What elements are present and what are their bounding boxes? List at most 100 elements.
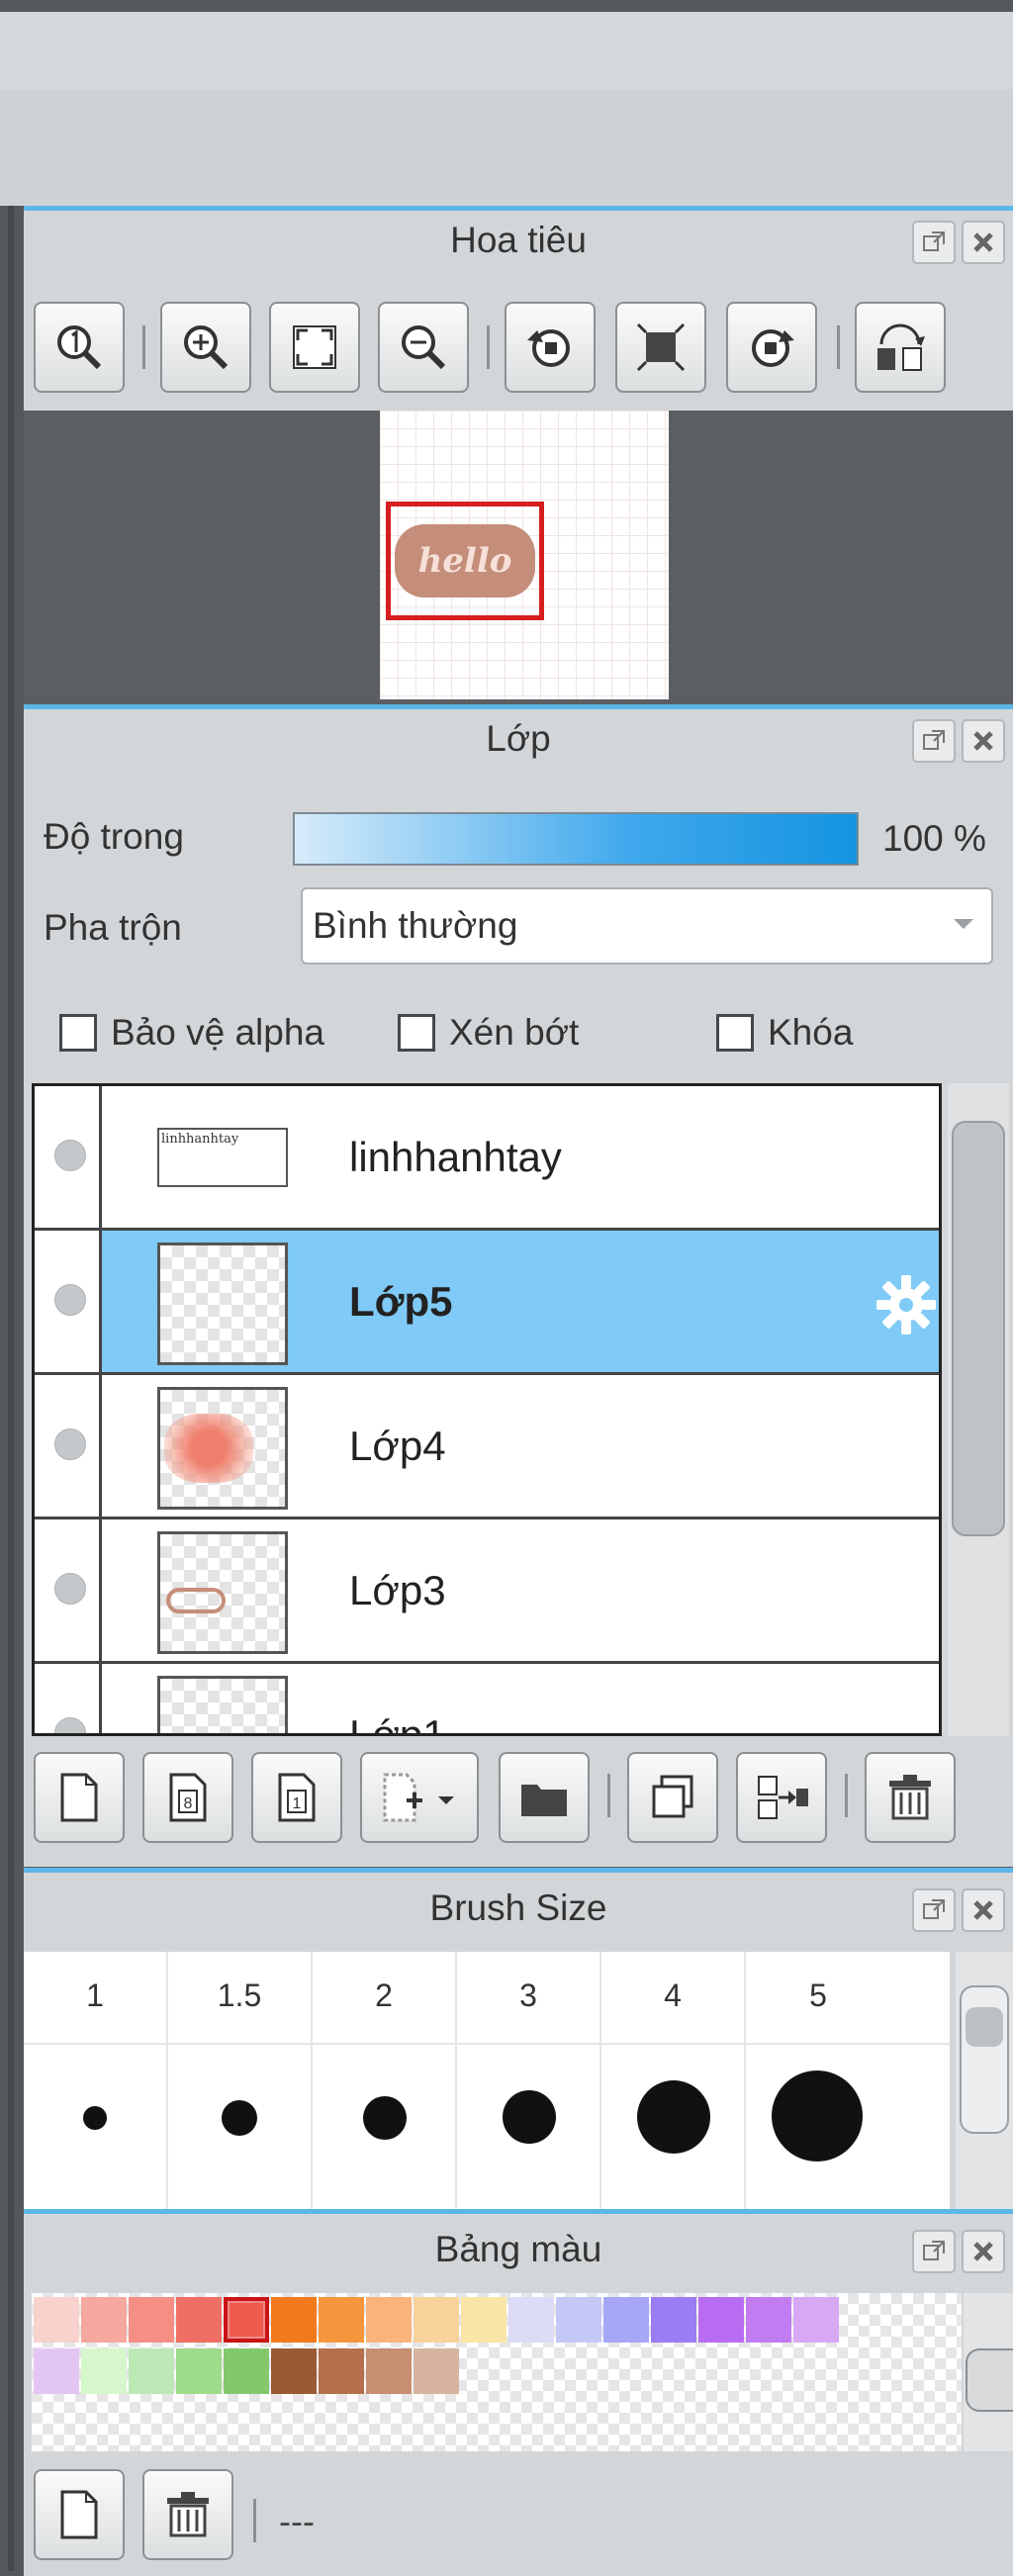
visibility-toggle[interactable] xyxy=(35,1086,102,1228)
fit-screen-icon xyxy=(293,325,336,369)
layer-row-selected[interactable]: Lớp5 xyxy=(35,1231,939,1375)
fit-screen-button[interactable] xyxy=(269,302,360,393)
new-8bit-layer-button[interactable]: 8 xyxy=(142,1752,233,1843)
delete-layer-button[interactable] xyxy=(865,1752,956,1843)
color-swatch[interactable] xyxy=(224,2348,269,2394)
new-1bit-layer-icon: 1 xyxy=(278,1773,316,1822)
blend-mode-select[interactable]: Bình thường xyxy=(301,887,993,965)
zoom-in-button[interactable] xyxy=(160,302,251,393)
new-layer-icon xyxy=(60,1773,98,1822)
close-panel-button[interactable] xyxy=(962,2230,1005,2273)
scrollbar-thumb[interactable] xyxy=(966,2348,1013,2412)
rotate-left-button[interactable] xyxy=(505,302,596,393)
visibility-toggle[interactable] xyxy=(35,1231,102,1372)
brush-size-option[interactable]: 4 xyxy=(601,1952,746,2209)
brush-size-option[interactable]: 3 xyxy=(457,1952,601,2209)
brush-size-title-text: Brush Size xyxy=(429,1887,607,1928)
color-swatch[interactable] xyxy=(556,2297,601,2343)
layer-row[interactable]: Lớp1 xyxy=(35,1664,939,1733)
layer-panel-controls xyxy=(912,719,1005,763)
float-panel-button[interactable] xyxy=(912,719,956,763)
close-panel-button[interactable] xyxy=(962,221,1005,264)
new-palette-button[interactable] xyxy=(34,2469,125,2560)
color-swatch[interactable] xyxy=(414,2297,459,2343)
clipping-checkbox[interactable]: Xén bớt xyxy=(398,1012,579,1054)
float-panel-button[interactable] xyxy=(912,2230,956,2273)
alpha-protect-checkbox[interactable]: Bảo vệ alpha xyxy=(59,1012,324,1054)
brush-size-option[interactable]: 1.5 xyxy=(168,1952,313,2209)
color-swatch[interactable] xyxy=(129,2297,174,2343)
color-swatch[interactable] xyxy=(746,2297,791,2343)
new-folder-button[interactable] xyxy=(499,1752,590,1843)
color-swatch[interactable] xyxy=(366,2297,412,2343)
layer-name: Lớp5 xyxy=(349,1278,453,1325)
color-swatch[interactable] xyxy=(129,2348,174,2394)
brush-size-scrollbar[interactable] xyxy=(956,1952,1013,2209)
color-swatch[interactable] xyxy=(698,2297,744,2343)
color-swatch[interactable] xyxy=(793,2297,839,2343)
layer-row[interactable]: linhhanhtay linhhanhtay xyxy=(35,1086,939,1231)
color-swatch[interactable] xyxy=(414,2348,459,2394)
color-swatch[interactable] xyxy=(271,2348,317,2394)
close-panel-button[interactable] xyxy=(962,1888,1005,1932)
scrollbar-thumb[interactable] xyxy=(960,1985,1009,2134)
color-swatch[interactable] xyxy=(34,2348,79,2394)
zoom-out-button[interactable] xyxy=(378,302,469,393)
color-swatch[interactable] xyxy=(651,2297,696,2343)
brush-size-option[interactable]: 2 xyxy=(313,1952,457,2209)
color-swatch[interactable] xyxy=(461,2297,506,2343)
color-swatch[interactable] xyxy=(34,2297,79,2343)
flip-horizontal-button[interactable] xyxy=(855,302,946,393)
merge-down-button[interactable] xyxy=(736,1752,827,1843)
brush-size-title: Brush Size xyxy=(24,1873,1013,1944)
color-swatch[interactable] xyxy=(319,2297,364,2343)
color-swatch[interactable] xyxy=(271,2297,317,2343)
close-icon xyxy=(973,2242,993,2261)
layer-list-scrollbar[interactable] xyxy=(948,1083,1009,1736)
brush-dot xyxy=(772,2070,863,2162)
new-8bit-layer-icon: 8 xyxy=(169,1773,207,1822)
color-swatch[interactable] xyxy=(81,2297,127,2343)
new-layer-button[interactable] xyxy=(34,1752,125,1843)
visibility-toggle[interactable] xyxy=(35,1519,102,1661)
rotate-right-button[interactable] xyxy=(726,302,817,393)
zoom-actual-button[interactable] xyxy=(34,302,125,393)
gear-icon[interactable] xyxy=(874,1272,939,1337)
float-panel-button[interactable] xyxy=(912,221,956,264)
opacity-slider[interactable] xyxy=(293,812,859,866)
scrollbar-thumb[interactable] xyxy=(952,1121,1005,1536)
zoom-actual-icon xyxy=(57,325,102,370)
visibility-toggle[interactable] xyxy=(35,1664,102,1733)
palette-scrollbar[interactable] xyxy=(964,2293,1013,2451)
color-swatch[interactable] xyxy=(176,2348,222,2394)
visibility-toggle[interactable] xyxy=(35,1375,102,1517)
view-rectangle[interactable]: hello xyxy=(386,502,544,620)
color-swatch[interactable] xyxy=(176,2297,222,2343)
delete-palette-button[interactable] xyxy=(142,2469,233,2560)
color-swatch[interactable] xyxy=(224,2297,269,2343)
toolbar-separator xyxy=(253,2499,256,2542)
brush-size-option[interactable]: 5 xyxy=(746,1952,890,2209)
fit-window-icon xyxy=(636,322,686,372)
add-layer-menu-button[interactable] xyxy=(360,1752,479,1843)
chevron-down-icon xyxy=(954,919,973,929)
duplicate-layer-button[interactable] xyxy=(627,1752,718,1843)
layer-row[interactable]: Lớp4 xyxy=(35,1375,939,1519)
brush-dot xyxy=(222,2100,257,2136)
color-swatch[interactable] xyxy=(81,2348,127,2394)
close-panel-button[interactable] xyxy=(962,719,1005,763)
brush-size-option[interactable]: 1 xyxy=(24,1952,168,2209)
lock-checkbox[interactable]: Khóa xyxy=(716,1012,853,1054)
fit-window-button[interactable] xyxy=(615,302,706,393)
float-panel-button[interactable] xyxy=(912,1888,956,1932)
brush-size-label: 3 xyxy=(519,1978,537,2013)
color-swatch[interactable] xyxy=(603,2297,649,2343)
color-swatch[interactable] xyxy=(319,2348,364,2394)
navigator-viewport[interactable]: hello xyxy=(24,411,1013,707)
layer-row[interactable]: Lớp3 xyxy=(35,1519,939,1664)
color-swatch[interactable] xyxy=(508,2297,554,2343)
new-1bit-layer-button[interactable]: 1 xyxy=(251,1752,342,1843)
color-swatch[interactable] xyxy=(366,2348,412,2394)
palette-title-text: Bảng màu xyxy=(434,2229,602,2269)
layer-thumbnail xyxy=(157,1531,288,1654)
